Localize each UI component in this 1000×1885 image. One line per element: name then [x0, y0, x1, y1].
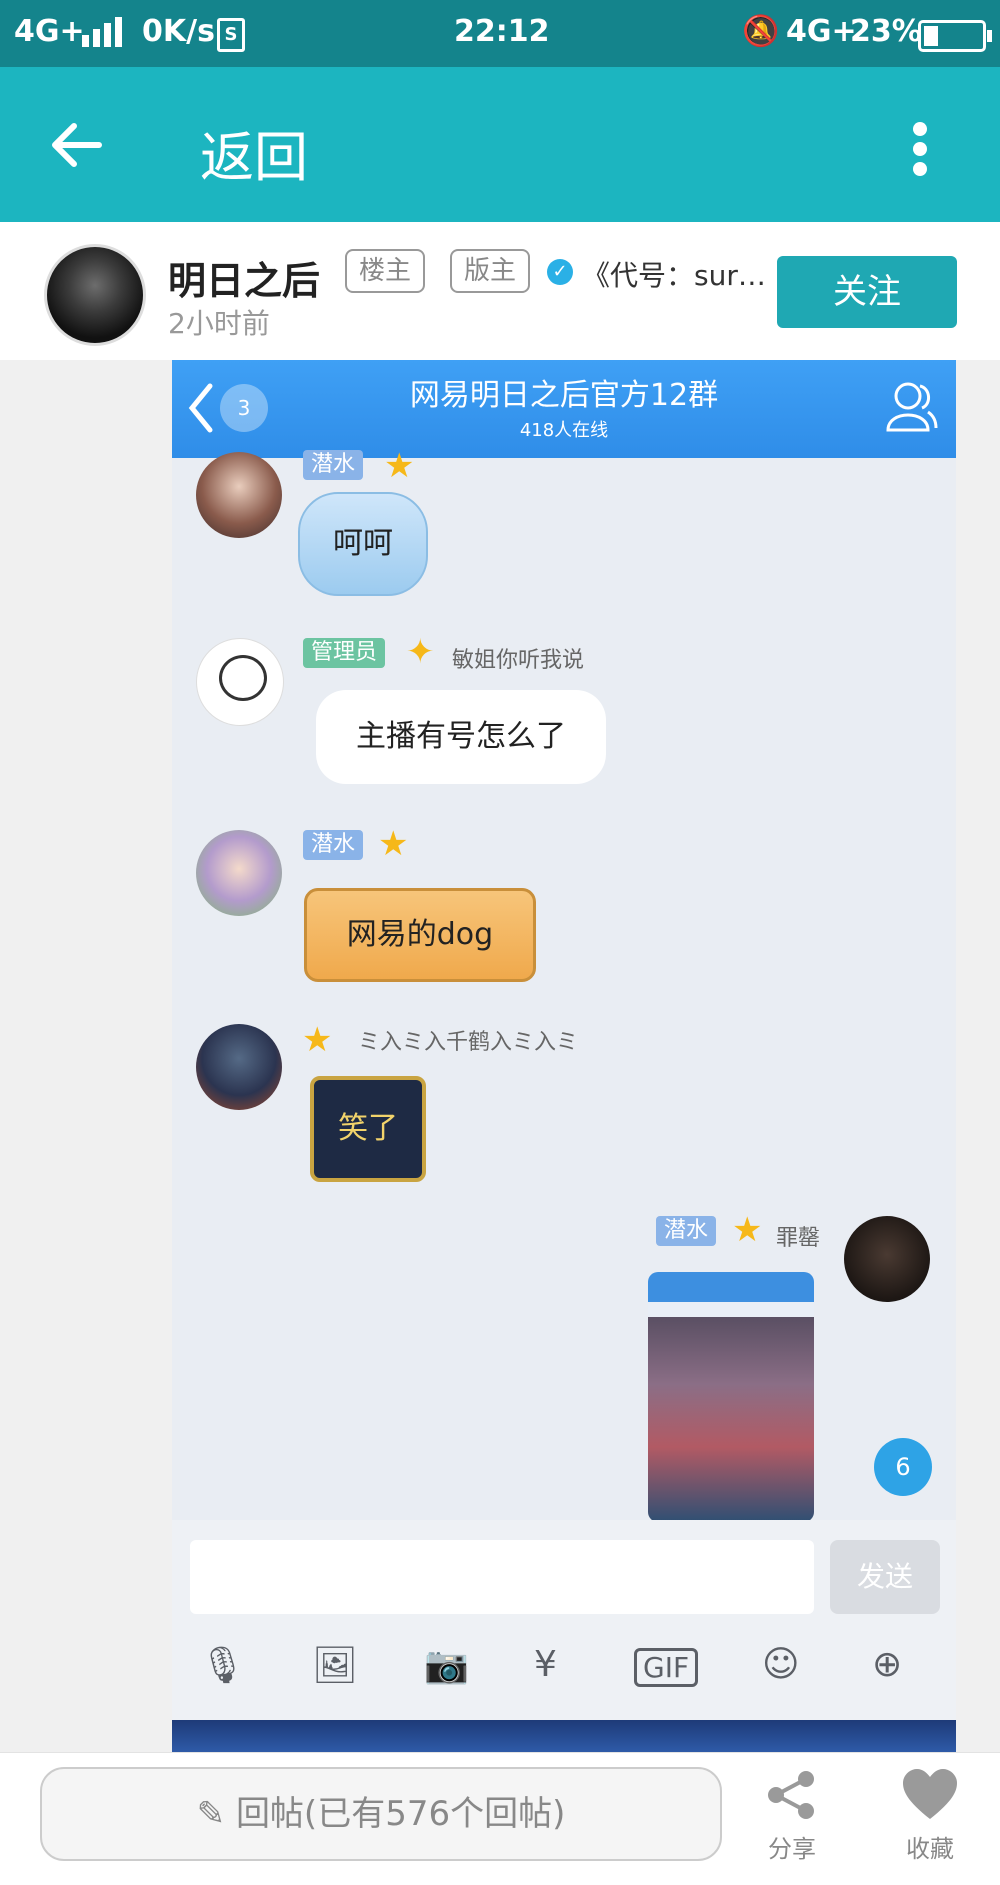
reply-button[interactable]: ✎ 回帖(已有576个回帖) — [40, 1767, 722, 1861]
star-icon: ★ — [378, 824, 409, 864]
network-speed: 0K/s — [142, 14, 215, 49]
share-button[interactable]: 分享 — [742, 1767, 842, 1864]
chat-avatar — [196, 830, 282, 916]
chat-badge: 潜水 — [656, 1216, 717, 1246]
bottom-action-bar: ✎ 回帖(已有576个回帖) 分享 收藏 — [0, 1752, 1000, 1885]
verified-icon: ✓ — [547, 259, 573, 285]
collect-label: 收藏 — [906, 1835, 954, 1863]
chat-badge: 管理员 — [303, 638, 386, 668]
moderator-tag: 版主 — [450, 249, 531, 293]
forum-link[interactable]: 《代号：surviv... — [582, 254, 777, 294]
network-indicator-right: 4G+ — [786, 14, 857, 49]
back-button-label[interactable]: 返回 — [200, 113, 308, 192]
status-bar: 4G+ 0K/s S 22:12 🔕 4G+ 23% — [0, 0, 1000, 67]
app-bar: 返回 — [0, 67, 1000, 222]
reply-label: 回帖(已有576个回帖) — [235, 1794, 566, 1834]
mic-icon[interactable]: 🎙 — [200, 1644, 246, 1686]
chat-message-text: 网易的dog — [346, 917, 494, 952]
share-label: 分享 — [768, 1835, 816, 1863]
clock: 22:12 — [454, 14, 550, 49]
send-button[interactable]: 发送 — [830, 1540, 940, 1614]
back-arrow-icon[interactable] — [50, 122, 102, 168]
chat-message-text: 笑了 — [338, 1111, 398, 1146]
author-avatar[interactable] — [44, 244, 146, 346]
chat-avatar — [844, 1216, 930, 1302]
emoji-icon[interactable]: ☺ — [762, 1644, 800, 1685]
gif-icon[interactable]: GIF — [634, 1648, 699, 1687]
chat-message-text: 主播有号怎么了 — [356, 719, 566, 754]
heart-icon — [903, 1769, 957, 1819]
camera-icon[interactable]: 📷 — [424, 1644, 469, 1686]
battery-percent: 23% — [850, 14, 922, 49]
pencil-icon: ✎ — [196, 1794, 226, 1834]
owner-tag: 楼主 — [345, 249, 426, 293]
mute-bell-icon: 🔕 — [742, 14, 780, 49]
sim-icon: S — [217, 18, 245, 52]
chat-avatar — [196, 638, 284, 726]
chat-image-message — [648, 1272, 814, 1522]
chat-bubble: 网易的dog — [304, 888, 536, 982]
next-image-strip — [172, 1720, 956, 1752]
group-members-icon — [886, 382, 938, 432]
post-image[interactable]: 3 网易明日之后官方12群 418人在线 潜水 ★ 呵呵 管理员 ✦ 敏姐你听我… — [172, 360, 956, 1720]
chat-badge: 潜水 — [303, 450, 364, 480]
image-icon[interactable]: 🖼 — [312, 1644, 358, 1686]
star-icon: ✦ — [406, 632, 435, 672]
plus-icon[interactable]: ⊕ — [872, 1644, 902, 1685]
chat-input[interactable] — [190, 1540, 814, 1614]
chat-input-area: 发送 🎙 🖼 📷 ¥ GIF ☺ ⊕ — [172, 1520, 956, 1720]
chat-message-text: 呵呵 — [333, 526, 393, 561]
chat-online-count: 418人在线 — [519, 420, 609, 441]
chat-bubble: 主播有号怎么了 — [316, 690, 606, 784]
author-name[interactable]: 明日之后 — [168, 250, 320, 305]
post-time: 2小时前 — [168, 307, 270, 340]
chat-username: 敏姐你听我说 — [452, 648, 585, 673]
post-author-header: 明日之后 楼主 版主 ✓ 《代号：surviv... 关注 2小时前 — [0, 222, 1000, 360]
chat-avatar — [196, 1024, 282, 1110]
chat-username: 罪罄 — [776, 1226, 821, 1251]
star-icon: ★ — [302, 1020, 333, 1060]
follow-button[interactable]: 关注 — [777, 256, 957, 328]
red-packet-icon[interactable]: ¥ — [534, 1644, 557, 1685]
chat-header: 3 网易明日之后官方12群 418人在线 — [172, 360, 956, 458]
unread-count-badge[interactable]: 6 — [874, 1438, 932, 1496]
chat-group-title: 网易明日之后官方12群 — [409, 378, 719, 413]
chat-username: ミ入ミ入千鹤入ミ入ミ — [358, 1030, 579, 1055]
collect-button[interactable]: 收藏 — [880, 1767, 980, 1864]
star-icon: ★ — [732, 1210, 763, 1250]
battery-icon — [918, 20, 992, 52]
chat-bubble: 呵呵 — [298, 492, 428, 596]
chat-bubble: 笑了 — [310, 1076, 426, 1182]
network-indicator: 4G+ — [14, 14, 85, 49]
share-icon — [768, 1771, 814, 1819]
chat-avatar — [196, 452, 282, 538]
chat-badge: 潜水 — [303, 830, 364, 860]
star-icon: ★ — [384, 446, 415, 486]
